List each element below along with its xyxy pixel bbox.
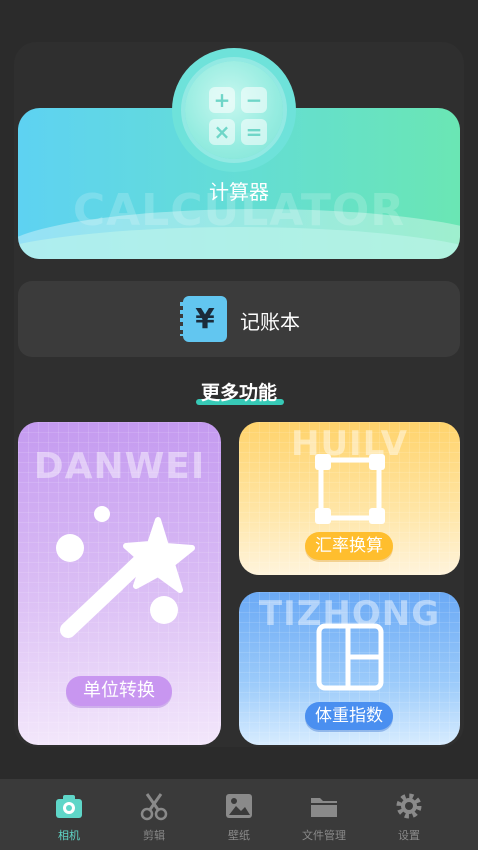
gear-icon (396, 793, 422, 819)
layout-icon (316, 623, 384, 691)
magic-wand-icon (56, 506, 195, 638)
camera-icon (56, 795, 82, 818)
exchange-rate-card[interactable]: HUILV 汇率换算 (239, 422, 460, 575)
nav-item-wallpaper[interactable]: 壁纸 (191, 779, 287, 850)
calculator-icon: + − × = (209, 87, 267, 145)
unit-conversion-label[interactable]: 单位转换 (66, 676, 172, 706)
nav-item-edit[interactable]: 剪辑 (106, 779, 202, 850)
bmi-card[interactable]: TIZHONG 体重指数 (239, 592, 460, 745)
ledger-book-icon: ¥ (180, 296, 227, 342)
exchange-rate-label[interactable]: 汇率换算 (305, 532, 393, 560)
nav-item-settings[interactable]: 设置 (361, 779, 457, 850)
plus-glyph: + (209, 87, 235, 113)
minus-glyph: − (241, 87, 267, 113)
folder-icon (311, 798, 337, 817)
nav-item-camera[interactable]: 相机 (21, 779, 117, 850)
equals-glyph: = (241, 119, 267, 145)
bottom-nav: 相机 剪辑 壁纸 文件管理 设置 (0, 779, 478, 850)
unit-watermark: DANWEI (33, 446, 206, 487)
bmi-label[interactable]: 体重指数 (305, 702, 393, 730)
calculator-title[interactable]: 计算器 (0, 176, 478, 205)
multiply-glyph: × (209, 119, 235, 145)
nav-item-files[interactable]: 文件管理 (276, 779, 372, 850)
nav-label-files: 文件管理 (302, 829, 346, 842)
nav-label-edit: 剪辑 (143, 829, 165, 842)
ledger-label[interactable]: 记账本 (240, 306, 300, 335)
scissors-icon (140, 793, 168, 821)
nav-label-camera: 相机 (58, 829, 80, 842)
nav-label-settings: 设置 (398, 829, 420, 842)
ledger-button[interactable] (18, 281, 460, 357)
unit-conversion-card[interactable]: DANWEI 单位转换 (18, 422, 221, 745)
nav-label-wallpaper: 壁纸 (228, 829, 250, 842)
section-title: 更多功能 (200, 382, 277, 404)
image-icon (226, 794, 252, 818)
frame-icon (315, 454, 385, 524)
